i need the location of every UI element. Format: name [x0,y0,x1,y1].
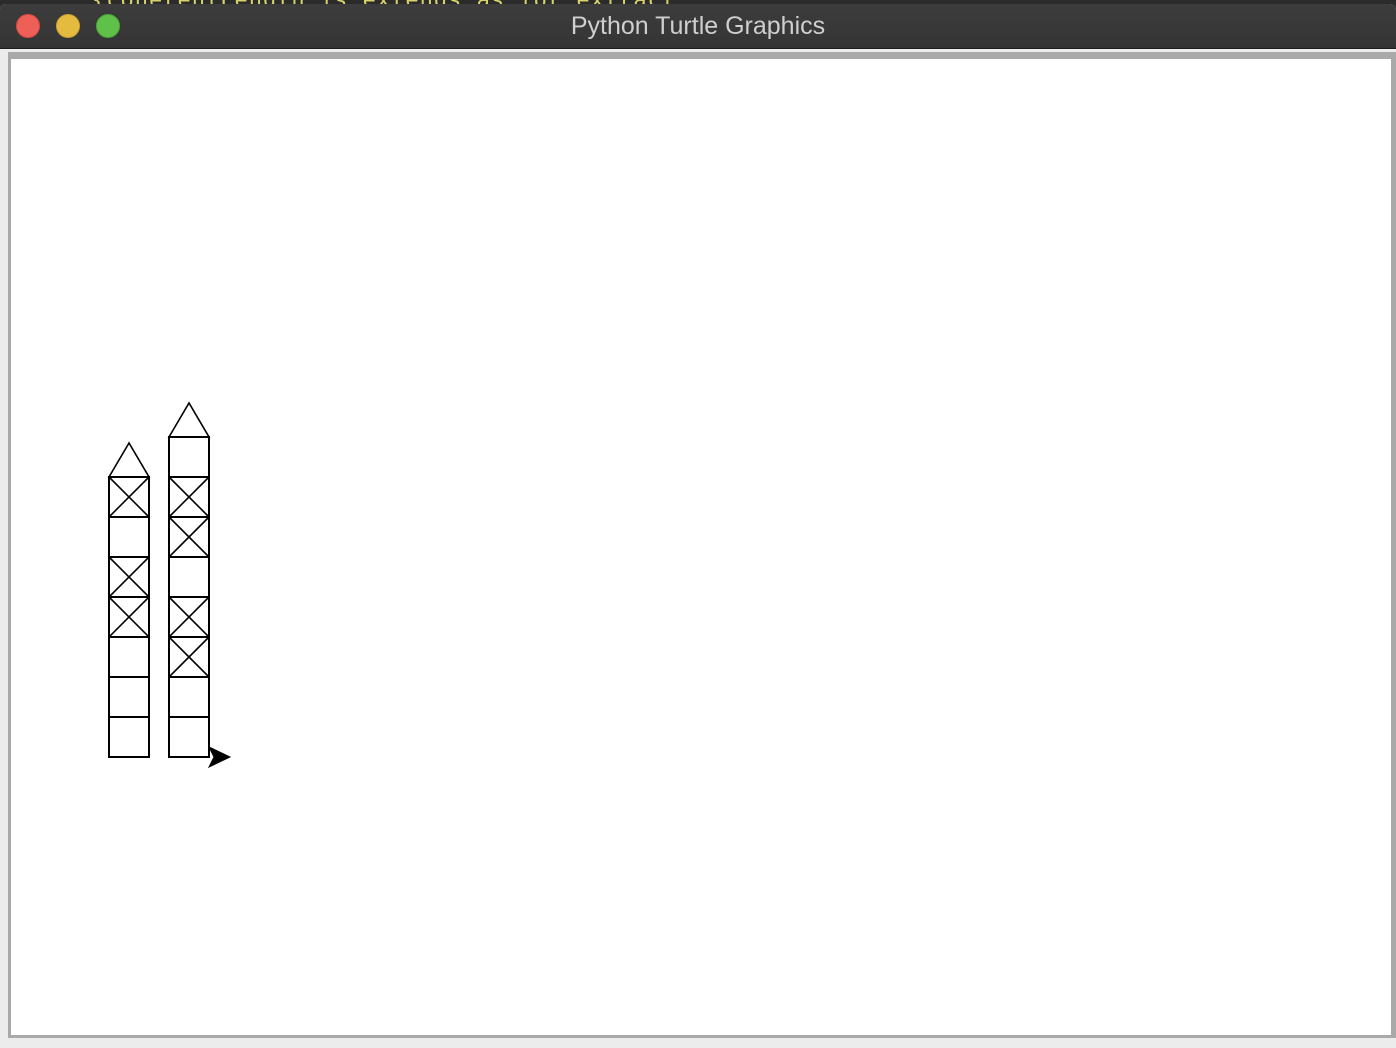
minimize-button[interactable] [56,14,80,38]
tower-2-cell [168,556,210,598]
tower-1-roof [107,441,151,478]
title-bar[interactable]: Python Turtle Graphics [0,4,1396,49]
tower-2-cell [168,436,210,478]
maximize-button[interactable] [96,14,120,38]
tower-1-cell [108,716,150,758]
turtle-canvas[interactable] [11,59,1391,1035]
tower-2-cell [168,716,210,758]
tower-1-cell [108,516,150,558]
window-title: Python Turtle Graphics [570,12,826,40]
close-button[interactable] [16,14,40,38]
turtle-cursor-icon [207,745,232,769]
tower-2-roof [167,401,211,438]
tower-1-cell [108,636,150,678]
tower-2-cell [168,676,210,718]
turtle-drawing [107,401,232,769]
tower-1-cell [108,676,150,718]
